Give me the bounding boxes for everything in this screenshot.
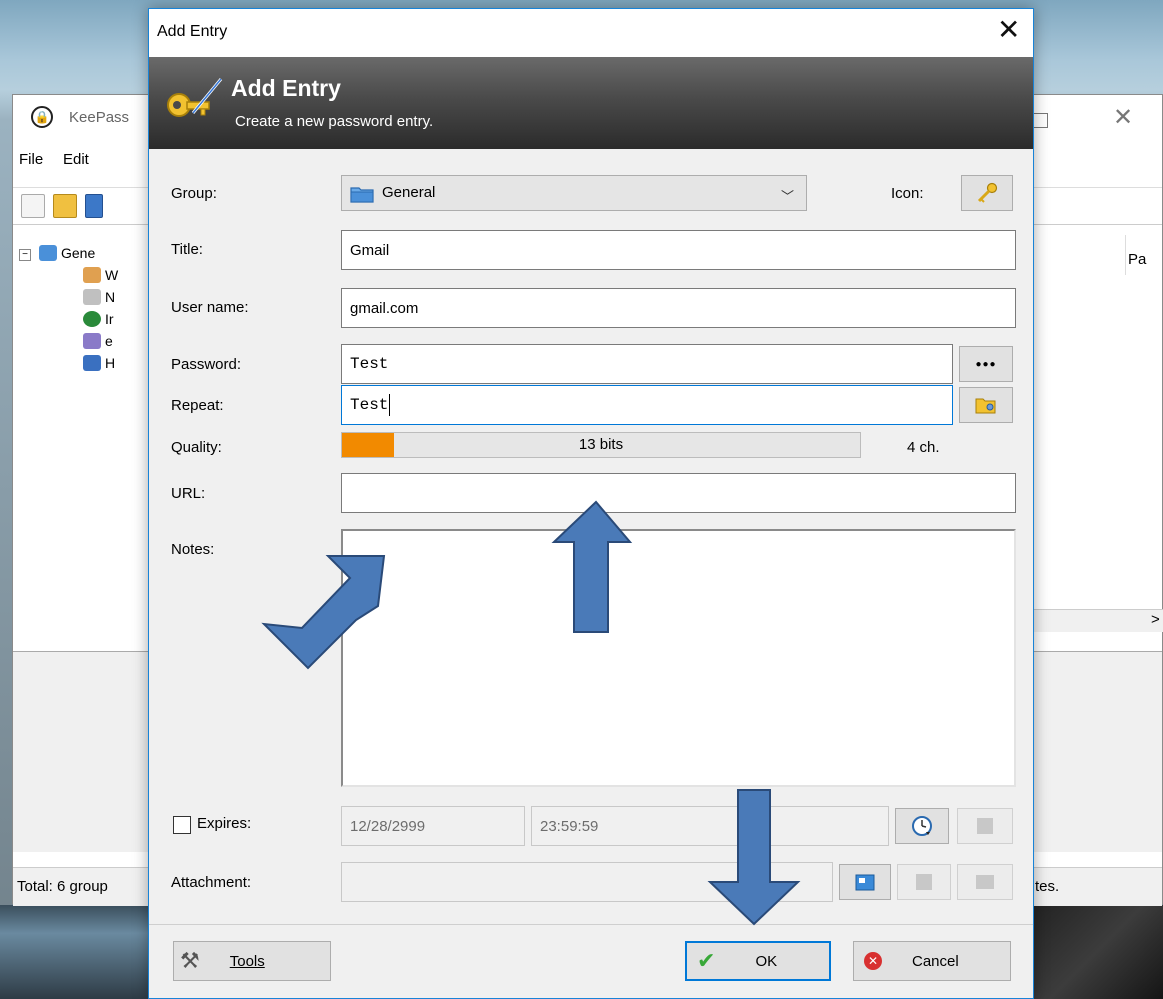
tree-item-windows[interactable]: W: [105, 267, 118, 283]
tree-item-general[interactable]: Gene: [61, 245, 95, 261]
scroll-right-icon[interactable]: >: [1151, 611, 1160, 628]
expires-time-field[interactable]: 23:59:59: [531, 806, 889, 846]
new-database-icon[interactable]: [21, 194, 45, 218]
dialog-title: Add Entry: [157, 23, 228, 40]
save-icon: [916, 874, 932, 890]
show-password-button[interactable]: ●●●: [959, 346, 1013, 382]
quality-label: Quality:: [171, 439, 222, 456]
menu-file[interactable]: File: [19, 151, 43, 168]
generator-folder-icon: [975, 398, 996, 414]
repeat-label: Repeat:: [171, 397, 224, 414]
add-entry-dialog: Add Entry ✕ Add Entry Create a new passw…: [148, 8, 1034, 999]
save-icon[interactable]: [85, 194, 103, 218]
chevron-down-icon: ﹀: [780, 189, 794, 204]
tree-item-email[interactable]: e: [105, 333, 113, 349]
repeat-password-value: Test: [350, 396, 389, 414]
group-select[interactable]: General ﹀: [341, 175, 807, 211]
desktop-background-dark: [1030, 905, 1163, 999]
column-header-password[interactable]: Pa: [1128, 251, 1146, 268]
quality-bits: 13 bits: [578, 436, 624, 453]
attachment-field[interactable]: [341, 862, 833, 902]
password-label: Password:: [171, 356, 242, 373]
notes-label: Notes:: [171, 541, 215, 558]
url-field[interactable]: [341, 473, 1016, 513]
clock-icon: [912, 816, 932, 836]
url-label: URL:: [171, 485, 206, 502]
ok-button-label: OK: [755, 952, 778, 970]
attach-icon: [855, 874, 875, 891]
horizontal-scrollbar[interactable]: >: [1033, 609, 1163, 632]
calendar-icon: [977, 818, 993, 834]
homebanking-icon: [83, 355, 101, 371]
expiry-clear-button[interactable]: [957, 808, 1013, 844]
email-icon: [83, 333, 101, 349]
dialog-separator: [149, 924, 1033, 925]
banner-title: Add Entry: [231, 75, 341, 101]
icon-label: Icon:: [891, 185, 924, 202]
close-icon[interactable]: ✕: [997, 15, 1020, 45]
title-field[interactable]: Gmail: [341, 230, 1016, 270]
username-label: User name:: [171, 299, 249, 316]
keepass-lock-icon: 🔒: [31, 106, 53, 128]
status-text-right: tes.: [1035, 878, 1060, 895]
cancel-button-label: Cancel: [912, 952, 959, 970]
group-select-value: General: [382, 184, 436, 201]
tree-item-internet[interactable]: Ir: [105, 311, 114, 327]
attachment-label: Attachment:: [171, 874, 252, 891]
notes-textarea[interactable]: [341, 529, 1016, 787]
text-caret: [389, 394, 391, 416]
internet-icon: [83, 311, 101, 327]
attach-file-button[interactable]: [839, 864, 891, 900]
cancel-button[interactable]: ✕ Cancel: [853, 941, 1011, 981]
group-label: Group:: [171, 185, 217, 202]
menu-edit[interactable]: Edit: [63, 151, 89, 168]
banner-subtitle: Create a new password entry.: [235, 113, 434, 130]
dialog-titlebar: Add Entry ✕: [149, 9, 1033, 57]
save-attachment-button[interactable]: [897, 864, 951, 900]
tree-item-homebanking[interactable]: H: [105, 355, 115, 371]
expires-label[interactable]: Expires:: [197, 815, 251, 832]
maximize-icon[interactable]: [1033, 113, 1048, 128]
network-icon: [83, 289, 101, 305]
delete-attachment-button[interactable]: [957, 864, 1013, 900]
password-generator-button[interactable]: [959, 387, 1013, 423]
repeat-password-field[interactable]: Test: [341, 385, 953, 425]
delete-icon: [976, 875, 994, 889]
quality-bar: 13 bits: [341, 432, 861, 458]
column-divider: [1125, 235, 1126, 275]
folder-icon: [350, 187, 374, 203]
ok-button[interactable]: ✔ OK: [685, 941, 831, 981]
dialog-banner: Add Entry Create a new password entry.: [149, 57, 1033, 149]
quality-length: 4 ch.: [907, 439, 940, 456]
cancel-icon: ✕: [864, 952, 882, 970]
folder-icon: [39, 245, 57, 261]
group-tree: − Gene W N Ir e H: [13, 235, 150, 625]
keepass-close-icon[interactable]: ✕: [1113, 103, 1133, 132]
windows-icon: [83, 267, 101, 283]
expires-checkbox[interactable]: [173, 816, 191, 834]
tools-button-label: Tools: [229, 952, 265, 970]
title-label: Title:: [171, 241, 203, 258]
keepass-title: KeePass: [69, 109, 130, 126]
expires-date-field[interactable]: 12/28/2999: [341, 806, 525, 846]
tools-button[interactable]: ⚒ Tools: [173, 941, 331, 981]
tools-icon: ⚒: [180, 948, 200, 973]
username-field[interactable]: gmail.com: [341, 288, 1016, 328]
status-text-left: Total: 6 group: [17, 878, 108, 895]
key-pen-icon: [167, 78, 223, 117]
open-folder-icon[interactable]: [53, 194, 77, 218]
expiry-presets-button[interactable]: [895, 808, 949, 844]
collapse-icon[interactable]: −: [19, 249, 31, 261]
tree-item-network[interactable]: N: [105, 289, 115, 305]
icon-picker-button[interactable]: [961, 175, 1013, 211]
password-field[interactable]: Test: [341, 344, 953, 384]
key-icon: [977, 182, 998, 203]
check-icon: ✔: [697, 948, 716, 973]
